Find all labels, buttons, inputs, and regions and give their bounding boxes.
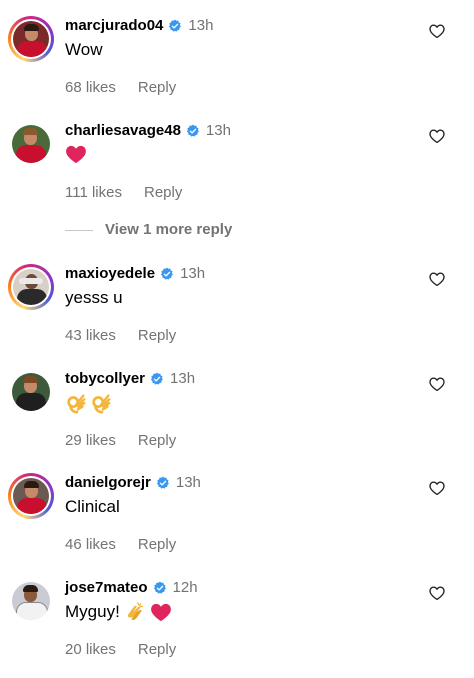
- verified-badge-icon: [156, 476, 169, 489]
- like-heart-icon[interactable]: [428, 479, 446, 497]
- comment-meta: 68 likes Reply: [65, 78, 176, 98]
- like-heart-icon[interactable]: [428, 127, 446, 145]
- comment-text-content: Wow: [65, 40, 103, 59]
- username[interactable]: charliesavage48: [65, 121, 181, 141]
- avatar[interactable]: [8, 473, 54, 519]
- verified-badge-icon: [169, 19, 182, 32]
- timestamp: 12h: [172, 579, 198, 596]
- timestamp: 13h: [188, 17, 214, 34]
- reply-button[interactable]: Reply: [138, 327, 176, 344]
- reply-button[interactable]: Reply: [138, 79, 176, 96]
- username[interactable]: jose7mateo: [65, 578, 148, 598]
- likes-count[interactable]: 111 likes: [65, 184, 122, 201]
- like-heart-icon[interactable]: [428, 375, 446, 393]
- likes-count[interactable]: 43 likes: [65, 327, 116, 344]
- username[interactable]: tobycollyer: [65, 369, 145, 389]
- timestamp: 13h: [180, 265, 206, 282]
- likes-count[interactable]: 20 likes: [65, 641, 116, 658]
- comment-text: Clinical: [65, 496, 120, 518]
- like-heart-icon[interactable]: [428, 270, 446, 288]
- like-heart-icon[interactable]: [428, 584, 446, 602]
- username-row: tobycollyer 13h: [65, 369, 195, 389]
- comment-text-content: Clinical: [65, 497, 120, 516]
- avatar[interactable]: [8, 369, 54, 415]
- comment-text: Wow: [65, 39, 102, 61]
- clapping-hands-emoji-icon: [127, 602, 143, 620]
- timestamp: 13h: [170, 370, 196, 387]
- divider-line: [65, 229, 93, 231]
- verified-badge-icon: [160, 267, 173, 280]
- username[interactable]: marcjurado04: [65, 16, 163, 36]
- avatar[interactable]: [8, 16, 54, 62]
- username-row: marcjurado04 13h: [65, 16, 213, 36]
- red-heart-emoji-icon: [150, 603, 171, 622]
- likes-count[interactable]: 46 likes: [65, 536, 116, 553]
- like-heart-icon[interactable]: [428, 22, 446, 40]
- ok-hand-emoji-icon: [92, 394, 111, 414]
- comment-text-content: yesss u: [65, 288, 123, 307]
- avatar[interactable]: [8, 578, 54, 624]
- comment-text: yesss u: [65, 287, 123, 309]
- likes-count[interactable]: 29 likes: [65, 432, 116, 449]
- comment-meta: 20 likes Reply: [65, 640, 176, 660]
- avatar[interactable]: [8, 264, 54, 310]
- username-row: charliesavage48 13h: [65, 121, 231, 141]
- reply-button[interactable]: Reply: [138, 641, 176, 658]
- verified-badge-icon: [153, 581, 166, 594]
- reply-button[interactable]: Reply: [144, 184, 182, 201]
- username-row: maxioyedele 13h: [65, 264, 205, 284]
- comment-meta: 46 likes Reply: [65, 535, 176, 555]
- username-row: danielgorejr 13h: [65, 473, 201, 493]
- comment-text: [65, 144, 87, 164]
- reply-button[interactable]: Reply: [138, 432, 176, 449]
- view-more-replies-label: View 1 more reply: [105, 221, 233, 238]
- timestamp: 13h: [205, 122, 231, 139]
- comment-text-content: Myguy!: [65, 602, 120, 621]
- timestamp: 13h: [175, 474, 201, 491]
- username[interactable]: maxioyedele: [65, 264, 155, 284]
- reply-button[interactable]: Reply: [138, 536, 176, 553]
- comment-meta: 43 likes Reply: [65, 326, 176, 346]
- comment-meta: 111 likes Reply: [65, 183, 182, 203]
- comment-meta: 29 likes Reply: [65, 431, 176, 451]
- red-heart-emoji-icon: [66, 145, 86, 164]
- comment-text: Myguy!: [65, 601, 172, 623]
- likes-count[interactable]: 68 likes: [65, 79, 116, 96]
- verified-badge-icon: [150, 372, 163, 385]
- avatar[interactable]: [8, 121, 54, 167]
- username[interactable]: danielgorejr: [65, 473, 151, 493]
- verified-badge-icon: [186, 124, 199, 137]
- ok-hand-emoji-icon: [67, 394, 86, 414]
- username-row: jose7mateo 12h: [65, 578, 198, 598]
- view-more-replies-button[interactable]: View 1 more reply: [65, 220, 232, 240]
- comment-text: [65, 392, 112, 414]
